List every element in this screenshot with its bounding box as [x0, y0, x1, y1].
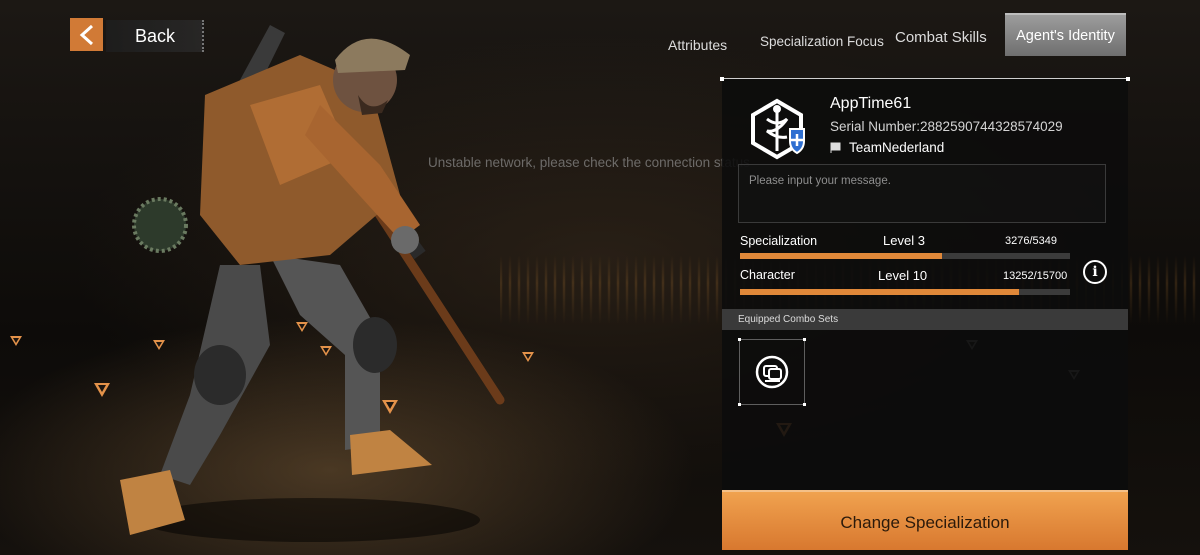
- specialization-label: Specialization: [740, 234, 818, 248]
- back-button[interactable]: [70, 18, 103, 51]
- character-progress-bar: [740, 289, 1070, 295]
- caduceus-shield-icon: [751, 98, 805, 160]
- character-xp: 13252/15700: [1003, 270, 1068, 282]
- specialization-progress-bar: [740, 253, 1070, 259]
- world-marker: [94, 383, 110, 397]
- message-input[interactable]: Please input your message.: [738, 164, 1106, 223]
- panel-corner: [720, 77, 724, 81]
- tab-specialization-focus[interactable]: Specialization Focus: [760, 27, 884, 57]
- change-specialization-button[interactable]: Change Specialization: [722, 490, 1128, 550]
- character-progress-fill: [740, 289, 1019, 295]
- agent-name: AppTime61: [830, 95, 912, 112]
- world-marker: [10, 336, 22, 346]
- chevron-left-icon: [79, 24, 93, 45]
- serial-number: Serial Number:2882590744328574029: [830, 119, 1063, 134]
- tab-attributes[interactable]: Attributes: [668, 30, 727, 60]
- tab-agents-identity[interactable]: Agent's Identity: [1005, 13, 1126, 56]
- back-label[interactable]: Back: [106, 20, 204, 52]
- network-status-message: Unstable network, please check the conne…: [428, 155, 750, 170]
- character-level: Level 10: [878, 268, 928, 283]
- panel-corner: [1126, 77, 1130, 81]
- specialization-level: Level 3: [883, 233, 925, 248]
- combo-sets-header: Equipped Combo Sets: [722, 309, 1128, 330]
- info-icon[interactable]: i: [1083, 260, 1107, 284]
- specialization-progress-fill: [740, 253, 942, 259]
- combo-set-icon: [755, 355, 789, 389]
- team-row: TeamNederland: [830, 140, 944, 155]
- tab-combat-skills[interactable]: Combat Skills: [895, 23, 987, 53]
- agent-character: [120, 25, 505, 542]
- world-marker: [522, 352, 534, 362]
- specialization-xp: 3276/5349: [1005, 235, 1057, 247]
- team-name: TeamNederland: [849, 140, 945, 155]
- team-flag-icon: [830, 142, 841, 153]
- character-label: Character: [740, 268, 795, 282]
- combo-set-slot[interactable]: [738, 338, 806, 406]
